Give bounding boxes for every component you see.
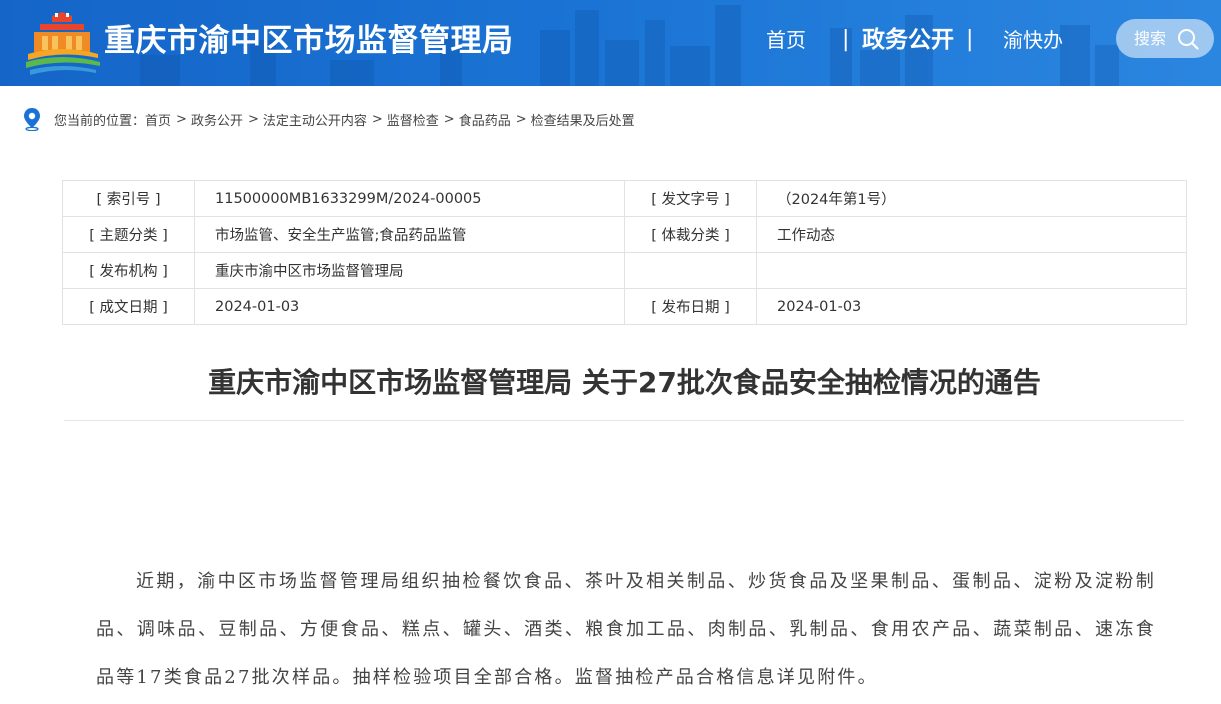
value-topic: 市场监管、安全生产监管;食品药品监管 — [194, 216, 625, 253]
breadcrumb-item-results[interactable]: 检查结果及后处置 — [531, 110, 635, 129]
site-title[interactable]: 重庆市渝中区市场监督管理局 — [104, 16, 514, 66]
breadcrumb-separator: > — [515, 111, 527, 127]
search-icon — [1178, 29, 1199, 50]
table-row: [ 发布机构 ] 重庆市渝中区市场监督管理局 — [62, 252, 1187, 289]
label-publisher: [ 发布机构 ] — [62, 252, 195, 289]
breadcrumb-item-supervision[interactable]: 监督检查 — [387, 110, 439, 129]
value-doc-no: （2024年第1号） — [756, 180, 1187, 217]
breadcrumb-item-open-gov[interactable]: 政务公开 — [191, 110, 243, 129]
label-publish-date: [ 发布日期 ] — [624, 288, 757, 325]
label-doc-no: [ 发文字号 ] — [624, 180, 757, 217]
breadcrumb-separator: > — [443, 111, 455, 127]
breadcrumb-item-food-drug[interactable]: 食品药品 — [459, 110, 511, 129]
breadcrumb-prefix: 您当前的位置： — [54, 113, 146, 129]
breadcrumb-item-home[interactable]: 首页 — [145, 110, 171, 129]
nav-separator: | — [966, 27, 974, 52]
label-written-date: [ 成文日期 ] — [62, 288, 195, 325]
value-written-date: 2024-01-03 — [194, 288, 625, 325]
site-logo-icon[interactable] — [22, 10, 104, 76]
title-divider — [64, 420, 1184, 421]
nav-yukuaiban[interactable]: 渝快办 — [1003, 22, 1063, 58]
search-button[interactable]: 搜索 — [1116, 19, 1214, 58]
table-row: [ 索引号 ] 11500000MB1633299M/2024-00005 [ … — [62, 180, 1187, 217]
breadcrumb-separator: > — [247, 111, 259, 127]
location-pin-icon — [24, 108, 40, 131]
breadcrumb-separator: > — [371, 111, 383, 127]
nav-open-gov[interactable]: 政务公开 — [862, 22, 954, 58]
breadcrumb-separator: > — [176, 111, 187, 127]
document-info-table: [ 索引号 ] 11500000MB1633299M/2024-00005 [ … — [62, 180, 1187, 325]
nav-home[interactable]: 首页 — [766, 22, 806, 58]
site-header: 重庆市渝中区市场监督管理局 首页 | 政务公开 | 渝快办 搜索 — [0, 0, 1221, 86]
label-topic: [ 主题分类 ] — [62, 216, 195, 253]
article-title: 重庆市渝中区市场监督管理局 关于27批次食品安全抽检情况的通告 — [208, 366, 1041, 399]
value-publish-date: 2024-01-03 — [756, 288, 1187, 325]
breadcrumb: 您当前的位置： 首页 > 政务公开 > 法定主动公开内容 > 监督检查 > 食品… — [22, 106, 635, 132]
value-publisher: 重庆市渝中区市场监督管理局 — [194, 252, 625, 289]
value-empty — [756, 252, 1187, 289]
search-label: 搜索 — [1134, 29, 1167, 48]
label-index-no: [ 索引号 ] — [62, 180, 195, 217]
value-index-no: 11500000MB1633299M/2024-00005 — [194, 180, 625, 217]
label-genre: [ 体裁分类 ] — [624, 216, 757, 253]
value-genre: 工作动态 — [756, 216, 1187, 253]
table-row: [ 主题分类 ] 市场监管、安全生产监管;食品药品监管 [ 体裁分类 ] 工作动… — [62, 216, 1187, 253]
article-body: 近期，渝中区市场监督管理局组织抽检餐饮食品、茶叶及相关制品、炒货食品及坚果制品、… — [96, 571, 1156, 688]
breadcrumb-item-statutory[interactable]: 法定主动公开内容 — [263, 110, 367, 129]
nav-separator: | — [842, 27, 850, 52]
table-row: [ 成文日期 ] 2024-01-03 [ 发布日期 ] 2024-01-03 — [62, 288, 1187, 325]
label-empty — [624, 252, 757, 289]
